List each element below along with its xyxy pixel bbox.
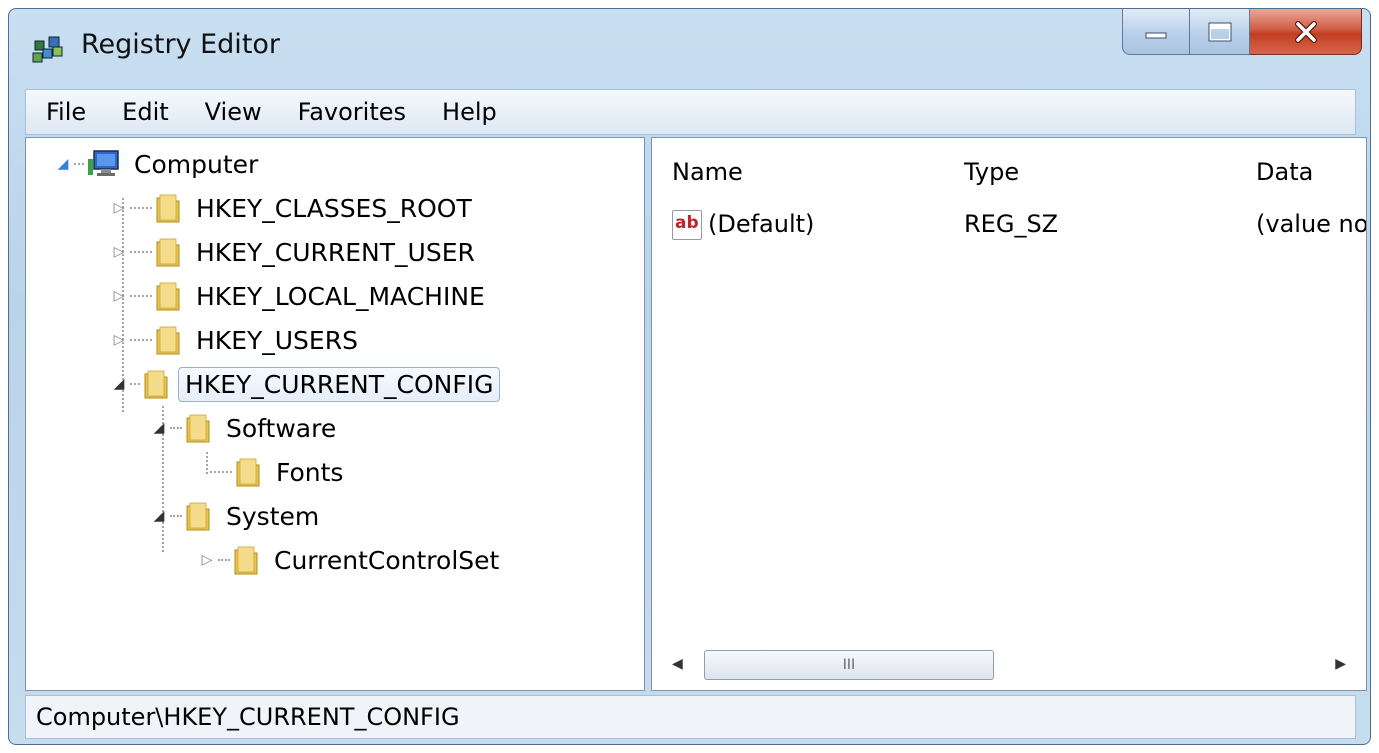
value-data: (value no [1256,210,1367,238]
menu-file[interactable]: File [46,98,86,126]
scrollbar-thumb[interactable]: III [704,650,994,680]
collapsed-arrow-icon[interactable]: ▷ [198,552,216,568]
tree-label: HKEY_LOCAL_MACHINE [196,281,485,311]
scroll-left-icon[interactable]: ◀ [672,656,683,672]
column-header-name[interactable]: Name [672,158,743,186]
tree-label: System [226,501,320,531]
list-header: Name Type Data [652,138,1366,198]
value-name: (Default) [708,210,815,238]
registry-editor-window: Registry Editor File Edit View Favorites… [8,8,1371,745]
status-path: Computer\HKEY_CURRENT_CONFIG [36,703,460,731]
tree-node-currentcontrolset[interactable]: ▷ CurrentControlSet [198,540,505,580]
close-icon [1294,20,1317,43]
folder-icon [186,502,210,531]
minimize-icon [1145,32,1167,38]
tree-label-selected: HKEY_CURRENT_CONFIG [178,366,501,402]
menu-view[interactable]: View [205,98,262,126]
tree-node-software[interactable]: ◢ Software [150,408,342,448]
horizontal-scrollbar[interactable]: ◀ III ▶ [666,646,1352,682]
folder-icon [156,194,180,223]
expanded-arrow-icon[interactable]: ◢ [150,508,168,524]
folder-icon [186,414,210,443]
tree-node-computer[interactable]: ◢ Computer [54,144,264,184]
menu-edit[interactable]: Edit [122,98,168,126]
collapsed-arrow-icon[interactable]: ▷ [110,288,128,304]
tree-label: Software [226,413,337,443]
window-title: Registry Editor [81,29,281,60]
menu-favorites[interactable]: Favorites [298,98,406,126]
tree-node-hkey-current-user[interactable]: ▷ HKEY_CURRENT_USER [110,232,481,272]
collapsed-arrow-icon[interactable]: ▷ [110,244,128,260]
tree-label: CurrentControlSet [274,545,500,575]
tree-label: HKEY_CLASSES_ROOT [196,193,472,223]
tree-label: Fonts [276,457,344,487]
column-header-type[interactable]: Type [964,158,1019,186]
expanded-arrow-icon[interactable]: ◢ [110,376,128,392]
folder-icon [156,326,180,355]
tree-label: Computer [134,149,259,179]
folder-open-icon [144,370,168,399]
maximize-icon [1208,22,1231,41]
collapsed-arrow-icon[interactable]: ▷ [110,200,128,216]
tree-node-hkey-current-config[interactable]: ◢ HKEY_CURRENT_CONFIG [110,364,501,404]
maximize-button[interactable] [1190,9,1250,55]
menu-bar: File Edit View Favorites Help [25,89,1356,135]
scroll-right-icon[interactable]: ▶ [1335,656,1346,672]
menu-help[interactable]: Help [442,98,497,126]
key-tree-pane[interactable]: ◢ Computer ▷ HKEY_CLASSES_ROOT ▷ HKEY_CU… [25,137,645,691]
status-bar: Computer\HKEY_CURRENT_CONFIG [25,695,1356,739]
computer-icon [88,150,119,176]
expanded-arrow-icon[interactable]: ◢ [150,420,168,436]
folder-icon [156,238,180,267]
list-row[interactable]: ab (Default) REG_SZ (value no [652,206,1366,246]
expanded-arrow-icon[interactable]: ◢ [54,156,72,172]
tree-node-hkey-users[interactable]: ▷ HKEY_USERS [110,320,364,360]
close-button[interactable] [1250,9,1362,55]
registry-editor-icon [32,36,63,63]
tree-node-hkey-classes-root[interactable]: ▷ HKEY_CLASSES_ROOT [110,188,478,228]
minimize-button[interactable] [1122,9,1190,55]
folder-icon [236,458,260,487]
value-type: REG_SZ [964,210,1059,238]
collapsed-arrow-icon[interactable]: ▷ [110,332,128,348]
values-list-pane[interactable]: Name Type Data ab (Default) REG_SZ (valu… [651,137,1367,691]
tree-node-system[interactable]: ◢ System [150,496,325,536]
tree-node-fonts[interactable]: Fonts [206,452,349,492]
column-header-data[interactable]: Data [1256,158,1313,186]
tree-label: HKEY_USERS [196,325,358,355]
tree-label: HKEY_CURRENT_USER [196,237,475,267]
folder-icon [234,546,258,575]
folder-icon [156,282,180,311]
string-value-icon: ab [672,210,702,240]
tree-node-hkey-local-machine[interactable]: ▷ HKEY_LOCAL_MACHINE [110,276,491,316]
title-bar[interactable]: Registry Editor [9,9,1370,77]
